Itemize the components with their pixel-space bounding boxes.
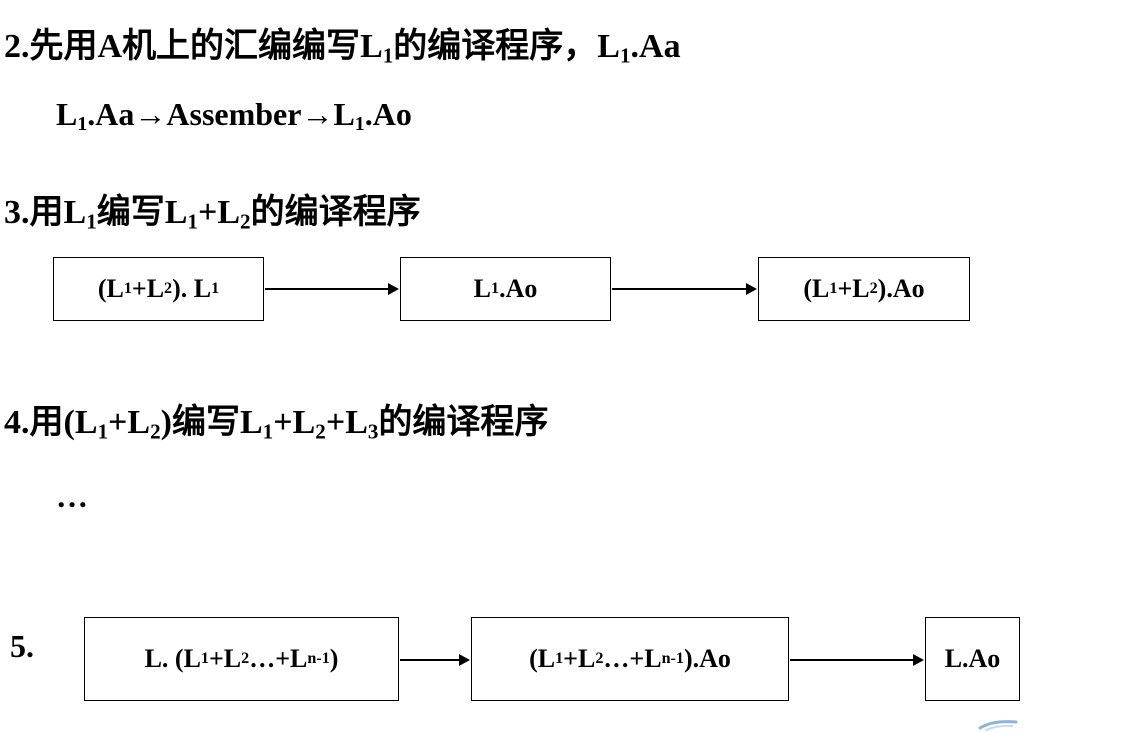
step3-arrow-2: [612, 283, 757, 295]
step2-text-6: L1.Aa: [597, 28, 681, 68]
step2-text-2: A: [97, 28, 123, 65]
step4-ellipsis: …: [56, 478, 88, 514]
step5-box-target: L.Ao: [925, 617, 1020, 701]
step2-chain: L1.Aa→Assember→L1.Ao: [56, 96, 412, 135]
step5-box-source: L. (L 1 +L 2 …+L n-1): [84, 617, 399, 701]
step5-number: 5.: [10, 628, 34, 664]
step2-text-1: 先用: [29, 26, 98, 66]
step2-heading: 2.先用A机上的汇编编写L1的编译程序，L1.Aa: [4, 18, 681, 67]
step5-box-compiler: (L 1 +L 2 …+L n-1).Ao: [471, 617, 789, 701]
step3-arrow-1: [265, 283, 399, 295]
step5-arrow-1: [400, 654, 470, 666]
step3-number: 3.: [4, 194, 30, 231]
step3-box-source: (L 1 +L 2). L1: [53, 257, 264, 321]
step3-box-target: (L 1 +L 2).Ao: [758, 257, 970, 321]
step2-text-3: 机上的汇编编写: [122, 26, 361, 66]
step4-number: 4.: [4, 404, 30, 441]
step2-text-5: 的编译程序，: [393, 26, 598, 66]
step2-text-4: L1: [360, 28, 394, 68]
step2-number: 2.: [4, 28, 30, 65]
decorative-brush-mark: [978, 720, 1018, 731]
step4-heading: 4.用(L1+L2)编写L1+L2+L3的编译程序: [4, 402, 549, 444]
step3-box-compiler: L 1 .Ao: [400, 257, 611, 321]
step3-heading: 3.用L1编写L1+L2的编译程序: [4, 192, 421, 234]
step5-arrow-2: [790, 654, 924, 666]
